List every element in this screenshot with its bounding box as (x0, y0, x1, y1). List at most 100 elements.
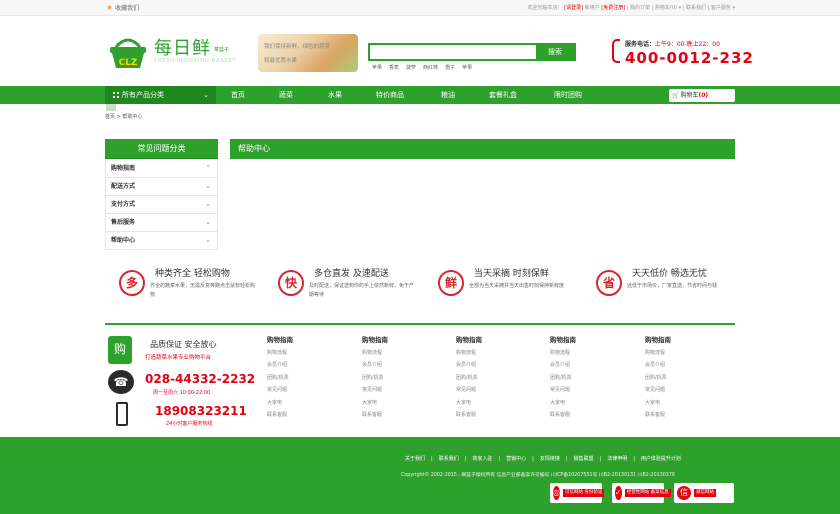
site-logo[interactable]: CLZ 每日鲜 菜篮子 FRESH SHOPPING BASKET 我们保持新鲜… (108, 32, 368, 74)
footer-column: 购物指南 购物流程 会员介绍 团购/机票 常见问题 大家电 联系客服 (362, 334, 422, 421)
footer-link[interactable]: 销售联盟 (574, 456, 594, 462)
sidebar-item-help-center[interactable]: 帮助中心 ⌄ (105, 232, 218, 250)
brand-subname: 菜篮子 (214, 47, 230, 53)
search-button[interactable]: 搜索 (536, 43, 574, 61)
separator: | (565, 456, 568, 462)
nav-item-gift-sets[interactable]: 套餐礼盒 (489, 86, 517, 104)
footer-column-link[interactable]: 大家电 (645, 397, 705, 409)
hot-words: 苹果 香蕉 菠萝 西红柿 橙子 苹果 (372, 64, 479, 71)
hot-word-link[interactable]: 香蕉 (389, 65, 399, 71)
hot-word-link[interactable]: 菠萝 (406, 65, 416, 71)
nav-item-grain-oil[interactable]: 粮油 (441, 86, 455, 104)
footer-column-link[interactable]: 会员介绍 (362, 359, 422, 371)
footer-link[interactable]: 关于我们 (405, 456, 425, 462)
footer-link[interactable]: 营销中心 (506, 456, 526, 462)
separator: | (498, 456, 501, 462)
footer-column-link[interactable]: 会员介绍 (267, 359, 327, 371)
feature-low-price: 省 天天低价 畅选无忧 远低于市场价，厂家直送，节省时间与钱 (582, 266, 742, 306)
service-link[interactable]: 客户服务 (711, 5, 731, 11)
favorite-link[interactable]: ★ 收藏我们 (106, 3, 139, 12)
footer-column-link[interactable]: 常见问题 (267, 384, 327, 396)
chevron-down-icon: ⌄ (205, 200, 211, 208)
footer-column-link[interactable]: 购物流程 (645, 347, 705, 359)
footer-column-heading: 购物指南 (267, 336, 293, 344)
footer-column-link[interactable]: 购物流程 (550, 347, 610, 359)
footer-column-link[interactable]: 团购/机票 (267, 372, 327, 384)
footer-column-link[interactable]: 购物流程 (267, 347, 327, 359)
nav-item-fruit[interactable]: 水果 (328, 86, 342, 104)
footer-column-link[interactable]: 常见问题 (550, 384, 610, 396)
footer-column-link[interactable]: 会员介绍 (550, 359, 610, 371)
cart-button[interactable]: 🛒购物车(0) (669, 89, 735, 102)
sidebar-title: 常见问题分类 (105, 139, 218, 159)
shopping-bag-icon: 购 (108, 336, 132, 364)
sidebar-list: 购物指南 ⌃ 配送方式 ⌄ 支付方式 ⌄ 售后服务 ⌄ 帮助中心 ⌄ (105, 160, 218, 250)
footer-link[interactable]: 用户体验提升计划 (641, 456, 681, 462)
grid-icon (113, 92, 119, 98)
separator: | (599, 456, 602, 462)
nav-item-specials[interactable]: 特价商品 (376, 86, 404, 104)
slogan-line-1: 我们保持新鲜，绿色的蔬菜 (264, 44, 331, 50)
hot-word-link[interactable]: 橙子 (445, 65, 455, 71)
footer-column-link[interactable]: 大家电 (267, 397, 327, 409)
footer-link[interactable]: 友情链接 (540, 456, 560, 462)
footer-column: 购物指南 购物流程 会员介绍 团购/机票 常见问题 大家电 联系客服 (645, 334, 705, 421)
contact-link[interactable]: 联系我们 (686, 5, 706, 11)
service-label: 服务电话：上午9：00-晚上22：00 (625, 41, 720, 48)
footer-column-link[interactable]: 常见问题 (362, 384, 422, 396)
nav-item-vegetables[interactable]: 蔬菜 (279, 86, 293, 104)
footer-column-link[interactable]: 联系客服 (550, 409, 610, 421)
search-input[interactable] (370, 45, 538, 59)
footer-column-link[interactable]: 会员介绍 (645, 359, 705, 371)
trust-badge[interactable]: ✓ 经营性网站 备案信息 (612, 483, 671, 503)
footer-column-link[interactable]: 会员介绍 (456, 359, 516, 371)
hot-word-link[interactable]: 苹果 (372, 65, 382, 71)
footer-column: 购物指南购物流程 会员介绍 团购/机票 常见问题 大家电 联系客服 (267, 334, 327, 421)
sidebar-item-shopping-guide[interactable]: 购物指南 ⌃ (105, 160, 218, 178)
my-orders-link[interactable]: 我的订单 (630, 5, 650, 11)
trust-badge[interactable]: 信 诚信网站 (674, 483, 734, 503)
feature-fast-delivery: 快 多仓直发 及速配送 及时配送，保证送到你的手上依然新鲜，免于产期等待 (264, 266, 424, 306)
star-icon: ★ (106, 2, 114, 12)
sidebar-item-after-sales[interactable]: 售后服务 ⌄ (105, 214, 218, 232)
page-title: 帮助中心 (230, 139, 735, 159)
footer-column-link[interactable]: 常见问题 (456, 384, 516, 396)
hot-word-link[interactable]: 西红柿 (423, 65, 438, 71)
footer-column-link[interactable]: 常见问题 (645, 384, 705, 396)
all-categories-dropdown[interactable]: 所有产品分类 ⌄ (105, 86, 216, 104)
nav-item-group-buy[interactable]: 限时团购 (554, 86, 582, 104)
feature-fresh: 鲜 当天采摘 时刻保鲜 全部为当天采摘并当天出售时刻保持新鲜度 (424, 266, 584, 306)
footer-column-heading: 购物指南 (456, 336, 482, 344)
login-link[interactable]: [请登录] (564, 5, 583, 11)
footer-column-link[interactable]: 购物流程 (456, 347, 516, 359)
footer-column: 购物指南 购物流程 会员介绍 团购/机票 常见问题 大家电 联系客服 (550, 334, 610, 421)
search-box: 搜索 (368, 43, 576, 61)
logo-badge: CLZ (119, 58, 138, 68)
footer-link[interactable]: 商家入驻 (472, 456, 492, 462)
footer-column-link[interactable]: 购物流程 (362, 347, 422, 359)
footer-column-link[interactable]: 团购/机票 (645, 372, 705, 384)
footer-column-link[interactable]: 团购/机票 (362, 372, 422, 384)
footer-column-link[interactable]: 大家电 (362, 397, 422, 409)
separator: | (431, 456, 433, 462)
hot-word-link[interactable]: 苹果 (462, 65, 472, 71)
footer-column-link[interactable]: 联系客服 (456, 409, 516, 421)
footer-column-link[interactable]: 团购/机票 (550, 372, 610, 384)
variety-icon: 多 (119, 270, 145, 296)
footer-column-link[interactable]: 联系客服 (645, 409, 705, 421)
home-thumb-icon (106, 104, 116, 111)
footer-column-link[interactable]: 团购/机票 (456, 372, 516, 384)
register-link[interactable]: [免费注册] (601, 5, 625, 11)
sidebar-item-payment[interactable]: 支付方式 ⌄ (105, 196, 218, 214)
sidebar-item-delivery[interactable]: 配送方式 ⌄ (105, 178, 218, 196)
top-cart-link[interactable]: 购物车(0) (655, 5, 677, 11)
footer-column-link[interactable]: 大家电 (456, 397, 516, 409)
footer-column-link[interactable]: 大家电 (550, 397, 610, 409)
footer-link[interactable]: 联系我们 (439, 456, 459, 462)
footer-column-link[interactable]: 联系客服 (362, 409, 422, 421)
footer-column-link[interactable]: 联系客服 (267, 409, 327, 421)
footer-link[interactable]: 法律申明 (607, 456, 627, 462)
nav-item-home[interactable]: 首页 (231, 86, 245, 104)
brand-english: FRESH SHOPPING BASKET (154, 58, 237, 64)
trust-badge[interactable]: ◎ 可信网站 身份验证 (550, 483, 605, 503)
